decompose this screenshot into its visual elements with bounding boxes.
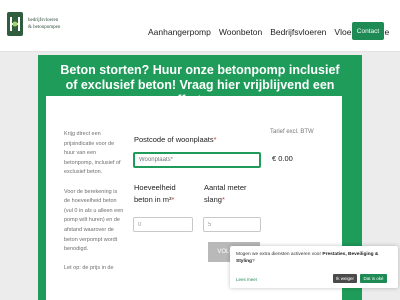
cookie-text: Mogen we extra diensten activeren voor P… (236, 251, 392, 265)
cookie-accept-button[interactable]: Dat is oké (360, 274, 387, 283)
intro-paragraph-3: Let op: de prijs in de (64, 265, 114, 272)
nav-item-bedrijfsvloeren[interactable]: Bedrijfsvloeren (270, 27, 326, 37)
hoeveelheid-label-line1: Hoeveelheid (134, 183, 176, 192)
aantal-label: Aantal meter slang* (204, 182, 247, 206)
logo-text-line1: bedrijfsvloeren (28, 18, 59, 23)
hoeveelheid-label: Hoeveelheid beton in m³* (134, 182, 176, 206)
logo[interactable]: bedrijfsvloeren & betonpompen (6, 11, 76, 37)
aantal-label-line1: Aantal meter (204, 183, 247, 192)
intro-text: Krijg direct een prijsindicatie voor de … (64, 130, 124, 284)
aantal-label-line2: slang (204, 195, 222, 204)
postcode-label: Postcode of woonplaats* (134, 134, 217, 146)
required-mark: * (213, 135, 217, 144)
cookie-text-start: Mogen we extra diensten activeren voor (236, 252, 323, 257)
intro-paragraph-1: Krijg direct een prijsindicatie voor de … (64, 131, 121, 176)
site-header: bedrijfsvloeren & betonpompen Aanhangerp… (0, 0, 400, 52)
required-mark: * (171, 195, 175, 204)
postcode-input[interactable] (133, 152, 261, 168)
cookie-text-end: ? (252, 259, 255, 264)
contact-button[interactable]: Contact (352, 22, 384, 40)
hoeveelheid-label-line2: beton in m³ (134, 195, 172, 204)
hoeveelheid-input[interactable] (133, 217, 193, 232)
price-value: € 0.00 (272, 154, 293, 163)
logo-text-line2: & betonpompen (28, 25, 61, 30)
aantal-meter-input[interactable] (203, 217, 261, 232)
cookie-notice: Mogen we extra diensten activeren voor P… (230, 246, 398, 288)
tarief-label: Tarief excl. BTW (270, 129, 314, 135)
required-mark: * (221, 195, 225, 204)
postcode-label-text: Postcode of woonplaats (134, 135, 214, 144)
nav-item-woonbeton[interactable]: Woonbeton (219, 27, 262, 37)
logo-mark-icon (7, 12, 23, 36)
cookie-decline-button[interactable]: Ik weiger (333, 274, 357, 283)
cookie-read-more-link[interactable]: Lees meer (236, 277, 257, 282)
intro-paragraph-2: Voor de berekening is de hoeveelheid bet… (64, 188, 124, 253)
nav-item-aanhangerpomp[interactable]: Aanhangerpomp (148, 27, 211, 37)
